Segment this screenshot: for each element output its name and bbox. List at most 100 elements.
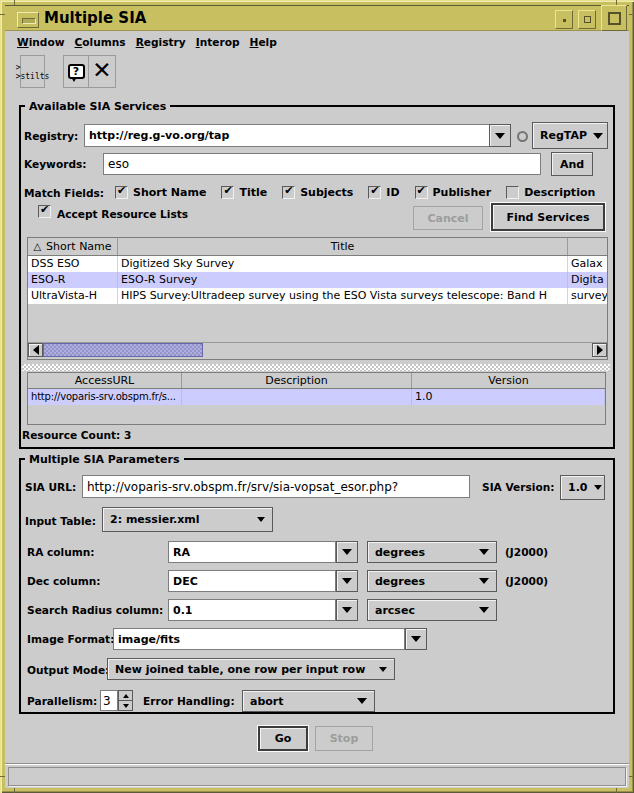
scroll-right-button[interactable] xyxy=(592,343,607,357)
table-cell[interactable]: DSS ESO xyxy=(28,256,118,272)
dec-column-label: Dec column: xyxy=(27,575,101,587)
menu-item-help[interactable]: Help xyxy=(245,36,282,48)
menu-item-interop[interactable]: Interop xyxy=(191,36,245,48)
ra-epoch-label: (J2000) xyxy=(505,546,548,558)
stop-button[interactable]: Stop xyxy=(315,726,373,751)
status-bar xyxy=(8,767,626,786)
go-button[interactable]: Go xyxy=(258,726,308,751)
keywords-label: Keywords: xyxy=(24,158,87,170)
table-cell[interactable]: http://voparis-srv.obspm.fr/s... xyxy=(28,389,182,405)
checkbox[interactable] xyxy=(221,186,234,199)
table-row[interactable]: UltraVista-HHIPS Survey:Ultradeep survey… xyxy=(28,288,607,304)
parallelism-label: Parallelism: xyxy=(27,695,97,707)
dec-unit-combo[interactable]: degrees xyxy=(367,570,497,592)
table-cell[interactable]: survey xyxy=(568,288,608,304)
match-field-subjects[interactable]: Subjects xyxy=(282,186,353,199)
scrollbar-thumb[interactable] xyxy=(43,343,203,357)
close-button[interactable] xyxy=(601,5,627,31)
registry-mode-combo[interactable]: RegTAP xyxy=(532,122,608,149)
output-mode-combo[interactable]: New joined table, one row per input row xyxy=(107,658,395,680)
match-field-description[interactable]: Description xyxy=(506,186,595,199)
sia-url-label: SIA URL: xyxy=(25,481,76,493)
checkbox[interactable] xyxy=(415,186,428,199)
match-field-title[interactable]: Title xyxy=(221,186,267,199)
scrollbar-track[interactable] xyxy=(203,343,592,357)
table-cell[interactable]: Digitized Sky Survey xyxy=(118,256,568,272)
ra-unit-combo[interactable]: degrees xyxy=(367,541,497,563)
table-row[interactable]: DSS ESODigitized Sky SurveyGalax xyxy=(28,256,607,272)
registry-busy-indicator xyxy=(517,131,528,142)
column-header[interactable] xyxy=(568,238,608,255)
checkbox[interactable] xyxy=(115,186,128,199)
stilts-icon: >>stilts xyxy=(16,63,50,81)
dec-column-input[interactable]: DEC xyxy=(168,570,336,592)
image-format-input[interactable]: image/fits xyxy=(113,628,405,650)
stilts-button[interactable]: >>stilts xyxy=(20,55,45,88)
match-field-id[interactable]: ID xyxy=(368,186,399,199)
table-cell[interactable]: Digita xyxy=(568,272,608,288)
menu-item-columns[interactable]: Columns xyxy=(70,36,131,48)
column-header[interactable]: △Short Name xyxy=(28,238,118,255)
dec-column-dropdown-button[interactable] xyxy=(336,570,358,592)
window-menu-icon[interactable] xyxy=(17,12,39,28)
ra-column-input[interactable]: RA xyxy=(168,541,336,563)
search-radius-label: Search Radius column: xyxy=(27,604,163,616)
checkbox[interactable] xyxy=(368,186,381,199)
menu-item-registry[interactable]: Registry xyxy=(131,36,191,48)
table-cell[interactable]: ESO-R xyxy=(28,272,118,288)
title-bar[interactable]: Multiple SIA xyxy=(5,5,629,31)
checkbox[interactable] xyxy=(282,186,295,199)
input-table-label: Input Table: xyxy=(25,515,96,527)
table-row[interactable]: http://voparis-srv.obspm.fr/s... 1.0 xyxy=(28,389,605,405)
find-services-button[interactable]: Find Services xyxy=(491,203,605,231)
resource-count: Resource Count: 3 xyxy=(22,429,131,441)
checkbox-label: Short Name xyxy=(133,186,206,199)
column-header[interactable]: AccessURL xyxy=(28,373,182,388)
maximize-button[interactable] xyxy=(578,10,596,29)
registry-dropdown-button[interactable] xyxy=(489,124,511,147)
match-field-short-name[interactable]: Short Name xyxy=(115,186,206,199)
column-header[interactable]: Title xyxy=(118,238,568,255)
column-header[interactable]: Version xyxy=(412,373,605,388)
radius-unit-combo[interactable]: arcsec xyxy=(367,599,497,621)
search-radius-input[interactable]: 0.1 xyxy=(168,599,336,621)
table-empty-area xyxy=(28,304,607,342)
table-cell[interactable]: 1.0 xyxy=(412,389,605,405)
checkbox-label: Publisher xyxy=(433,186,492,199)
ra-column-dropdown-button[interactable] xyxy=(336,541,358,563)
registry-input[interactable]: http://reg.g-vo.org/tap xyxy=(84,124,490,147)
match-field-publisher[interactable]: Publisher xyxy=(415,186,492,199)
table-cell[interactable]: HIPS Survey:Ultradeep survey using the E… xyxy=(118,288,568,304)
parallelism-spinner-value[interactable]: 3 xyxy=(100,690,118,711)
table-cell[interactable] xyxy=(182,389,412,405)
search-radius-dropdown-button[interactable] xyxy=(336,599,358,621)
detail-table: AccessURLDescriptionVersionhttp://vopari… xyxy=(27,372,606,425)
menu-item-window[interactable]: Window xyxy=(12,36,70,48)
cancel-button[interactable]: Cancel xyxy=(413,206,483,230)
table-cell[interactable]: ESO-R Survey xyxy=(118,272,568,288)
input-table-combo[interactable]: 2: messier.xml xyxy=(102,507,273,532)
and-button[interactable]: And xyxy=(551,152,593,176)
accept-resource-lists-checkbox[interactable] xyxy=(38,205,51,218)
parallelism-spinner-down[interactable] xyxy=(118,700,133,711)
error-handling-combo[interactable]: abort xyxy=(242,690,375,712)
checkbox[interactable] xyxy=(506,186,519,199)
sia-version-combo[interactable]: 1.0 xyxy=(560,475,605,500)
table-cell[interactable]: UltraVista-H xyxy=(28,288,118,304)
horizontal-scrollbar[interactable] xyxy=(28,342,607,357)
split-divider[interactable] xyxy=(22,364,610,371)
column-header[interactable]: Description xyxy=(182,373,412,388)
scroll-left-button[interactable] xyxy=(28,343,43,357)
frame-grip xyxy=(14,0,15,5)
sia-url-input[interactable]: http://voparis-srv.obspm.fr/srv/sia-vops… xyxy=(82,475,470,498)
table-row[interactable]: ESO-RESO-R SurveyDigita xyxy=(28,272,607,288)
image-format-dropdown-button[interactable] xyxy=(405,628,427,650)
registry-label: Registry: xyxy=(24,130,78,142)
minimize-button[interactable] xyxy=(555,10,573,29)
keywords-input[interactable]: eso xyxy=(103,153,541,175)
table-cell[interactable]: Galax xyxy=(568,256,608,272)
help-button[interactable]: ? xyxy=(63,55,89,88)
window-close-button[interactable]: ✕ xyxy=(88,55,116,88)
sia-version-label: SIA Version: xyxy=(482,481,554,493)
close-icon: ✕ xyxy=(92,59,111,82)
